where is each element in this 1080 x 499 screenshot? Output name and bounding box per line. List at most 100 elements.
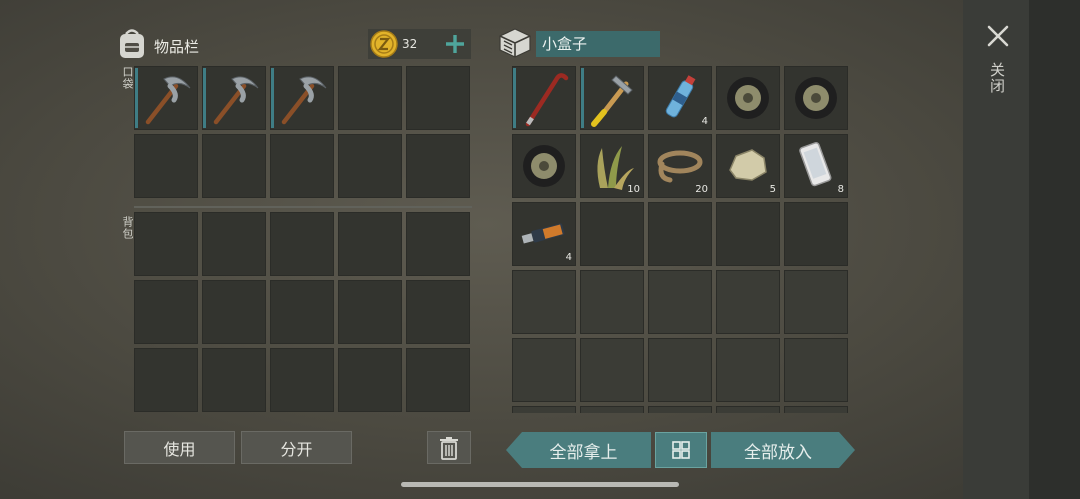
locked-slot bbox=[716, 270, 780, 334]
pocket-grid bbox=[134, 66, 472, 200]
pocket-slot[interactable] bbox=[270, 134, 334, 198]
locked-slot bbox=[512, 338, 576, 402]
locked-slot bbox=[784, 338, 848, 402]
container-slot[interactable] bbox=[716, 202, 780, 266]
hammer-icon bbox=[591, 75, 633, 127]
container-slot[interactable] bbox=[580, 202, 644, 266]
backpack-slot[interactable] bbox=[202, 348, 266, 412]
container-slot[interactable]: 20 bbox=[648, 134, 712, 198]
backpack-slot[interactable] bbox=[202, 280, 266, 344]
locked-slot bbox=[784, 270, 848, 334]
coin-icon bbox=[370, 30, 398, 58]
home-indicator[interactable] bbox=[401, 482, 679, 487]
tire-icon bbox=[727, 77, 769, 119]
trash-icon bbox=[440, 436, 458, 460]
pocket-label: 口袋 bbox=[121, 66, 134, 90]
inventory-header: 物品栏 32 bbox=[116, 24, 471, 64]
backpack-slot[interactable] bbox=[134, 212, 198, 276]
container-header: 小盒子 bbox=[497, 26, 667, 62]
durability-bar bbox=[581, 68, 584, 128]
container-slot[interactable] bbox=[716, 66, 780, 130]
split-button[interactable]: 分开 bbox=[241, 431, 352, 464]
put-all-button[interactable]: 全部放入 bbox=[711, 432, 855, 468]
crowbar-icon bbox=[525, 73, 569, 127]
durability-bar bbox=[271, 68, 274, 128]
backpack-slot[interactable] bbox=[338, 280, 402, 344]
locked-slot bbox=[512, 270, 576, 334]
backpack-slot[interactable] bbox=[338, 348, 402, 412]
backpack-slot[interactable] bbox=[134, 348, 198, 412]
item-quantity: 8 bbox=[837, 184, 844, 195]
backpack-slot[interactable] bbox=[338, 212, 402, 276]
item-quantity: 5 bbox=[769, 184, 776, 195]
container-slot[interactable]: 8 bbox=[784, 134, 848, 198]
backpack-grid bbox=[134, 212, 472, 414]
add-coins-icon[interactable] bbox=[444, 33, 466, 55]
box-icon bbox=[499, 28, 531, 58]
pocket-slot[interactable] bbox=[134, 66, 198, 130]
take-all-button[interactable]: 全部拿上 bbox=[506, 432, 651, 468]
pocket-divider bbox=[134, 206, 472, 208]
container-slot[interactable] bbox=[580, 66, 644, 130]
pocket-slot[interactable] bbox=[338, 134, 402, 198]
coin-count: 32 bbox=[402, 37, 418, 51]
pocket-slot[interactable] bbox=[338, 66, 402, 130]
item-quantity: 4 bbox=[701, 116, 708, 127]
backpack-slot[interactable] bbox=[270, 348, 334, 412]
durability-bar bbox=[203, 68, 206, 128]
locked-slot bbox=[648, 406, 712, 413]
put-all-label: 全部放入 bbox=[744, 442, 812, 463]
container-grid: 4 10 20 5 8 4 bbox=[512, 66, 850, 413]
locked-slot bbox=[512, 406, 576, 413]
coin-counter: 32 bbox=[368, 29, 471, 59]
grid-icon bbox=[672, 441, 690, 459]
container-slot[interactable] bbox=[784, 66, 848, 130]
use-button[interactable]: 使用 bbox=[124, 431, 235, 464]
backpack-slot[interactable] bbox=[270, 280, 334, 344]
delete-button[interactable] bbox=[427, 431, 471, 464]
pickaxe-icon bbox=[145, 76, 191, 125]
container-slot[interactable] bbox=[512, 134, 576, 198]
backpack-slot[interactable] bbox=[406, 348, 470, 412]
container-slot[interactable]: 4 bbox=[512, 202, 576, 266]
locked-slot bbox=[580, 270, 644, 334]
right-edge bbox=[1029, 0, 1080, 499]
locked-slot bbox=[580, 338, 644, 402]
container-slot[interactable]: 5 bbox=[716, 134, 780, 198]
backpack-slot[interactable] bbox=[202, 212, 266, 276]
backpack-slot[interactable] bbox=[270, 212, 334, 276]
tire-icon bbox=[795, 77, 837, 119]
pocket-slot[interactable] bbox=[406, 66, 470, 130]
backpack-slot[interactable] bbox=[134, 280, 198, 344]
locked-slot bbox=[580, 406, 644, 413]
container-slot[interactable] bbox=[784, 202, 848, 266]
backpack-slot[interactable] bbox=[406, 280, 470, 344]
pocket-slot[interactable] bbox=[406, 134, 470, 198]
container-slot[interactable]: 4 bbox=[648, 66, 712, 130]
container-slot[interactable] bbox=[648, 202, 712, 266]
container-slot[interactable] bbox=[512, 66, 576, 130]
close-icon bbox=[987, 25, 1009, 47]
pocket-slot[interactable] bbox=[270, 66, 334, 130]
item-quantity: 10 bbox=[627, 184, 640, 195]
item-quantity: 4 bbox=[565, 252, 572, 263]
right-panel bbox=[963, 0, 1080, 499]
container-name[interactable]: 小盒子 bbox=[536, 31, 660, 57]
pocket-slot[interactable] bbox=[202, 134, 266, 198]
locked-slot bbox=[784, 406, 848, 413]
tire-icon bbox=[523, 145, 565, 187]
pocket-slot[interactable] bbox=[134, 134, 198, 198]
locked-slot bbox=[716, 338, 780, 402]
item-quantity: 20 bbox=[695, 184, 708, 195]
durability-bar bbox=[135, 68, 138, 128]
close-label: 关闭 bbox=[988, 62, 1006, 94]
container-slot[interactable]: 10 bbox=[580, 134, 644, 198]
backpack-label: 背包 bbox=[121, 216, 134, 240]
inventory-title: 物品栏 bbox=[154, 38, 200, 56]
backpack-slot[interactable] bbox=[406, 212, 470, 276]
locked-slot bbox=[716, 406, 780, 413]
close-button[interactable]: 关闭 bbox=[982, 22, 1014, 104]
take-all-label: 全部拿上 bbox=[549, 442, 618, 463]
pocket-slot[interactable] bbox=[202, 66, 266, 130]
sort-button[interactable] bbox=[655, 432, 707, 468]
